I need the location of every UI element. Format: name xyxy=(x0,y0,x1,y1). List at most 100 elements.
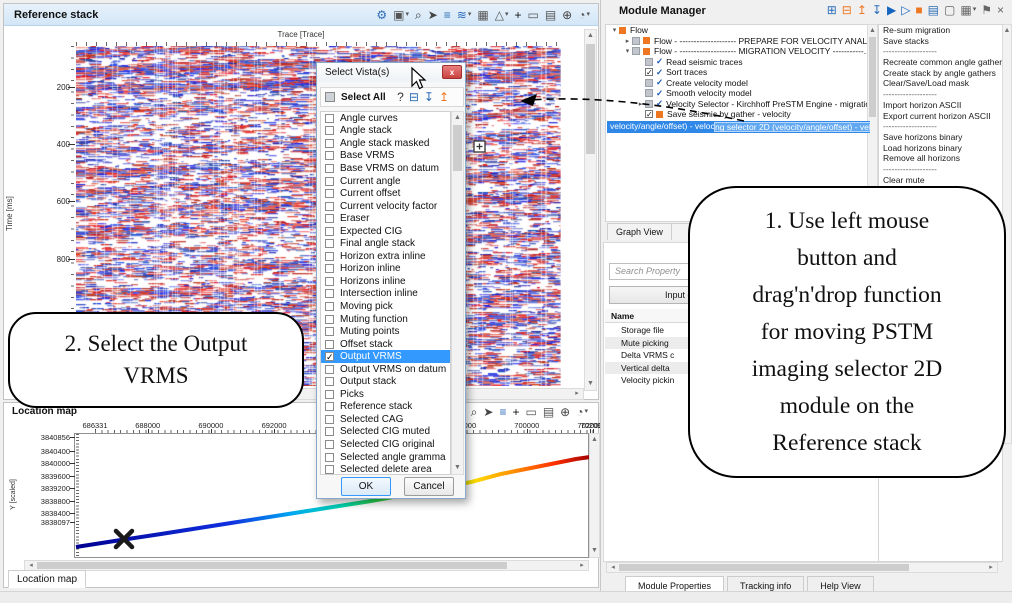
zoom-region-icon[interactable]: ⊕ xyxy=(562,9,572,21)
layers-icon[interactable]: ≡ xyxy=(444,9,451,21)
polygon-icon[interactable]: △▾ xyxy=(495,9,509,21)
menu-item[interactable]: Save horizons binary xyxy=(879,132,1002,143)
zoom-icon[interactable]: ⌕ xyxy=(415,9,422,21)
remove-flow-icon[interactable]: ⊟ xyxy=(842,4,852,16)
dialog-close-button[interactable]: x xyxy=(442,65,462,79)
move-down-icon[interactable]: ↧ xyxy=(424,91,434,103)
checkbox-icon[interactable] xyxy=(325,227,334,236)
checkbox-icon[interactable] xyxy=(325,365,334,374)
vista-list-item[interactable]: Selected CIG original xyxy=(321,438,450,451)
vista-list-item[interactable]: Selected CIG muted xyxy=(321,426,450,439)
vista-list-item[interactable]: Reference stack xyxy=(321,401,450,414)
vista-list-item[interactable]: Eraser xyxy=(321,212,450,225)
crosshair-icon[interactable]: + xyxy=(514,9,521,21)
module-tree-row[interactable]: ✓Create velocity model xyxy=(606,78,870,89)
compass-icon[interactable]: ◔▾ xyxy=(578,9,590,21)
checkbox-icon[interactable] xyxy=(325,402,334,411)
tab-graph-view[interactable]: Graph View xyxy=(607,223,672,240)
vista-list-item[interactable]: Selected angle gramma xyxy=(321,451,450,464)
module-tree-row[interactable]: ▾Flow xyxy=(606,25,870,36)
snapshot-icon[interactable]: ▤ xyxy=(545,9,556,21)
checkbox-icon[interactable] xyxy=(325,239,334,248)
checkbox-icon[interactable] xyxy=(325,214,334,223)
annotation-icon[interactable]: ▭ xyxy=(527,9,538,21)
select-all-checkbox[interactable] xyxy=(325,92,335,102)
vista-list-item[interactable]: Intersection inline xyxy=(321,288,450,301)
collapse-icon[interactable]: ⊟ xyxy=(409,91,419,103)
checkbox-icon[interactable] xyxy=(325,189,334,198)
module-tree-row[interactable]: ✓✓Sort traces xyxy=(606,67,870,78)
menu-item[interactable]: Save stacks xyxy=(879,36,1002,47)
checkbox-icon[interactable] xyxy=(325,289,334,298)
checkbox-icon[interactable] xyxy=(325,390,334,399)
vista-list-item[interactable]: Offset stack xyxy=(321,338,450,351)
menu-item[interactable]: Re-sum migration xyxy=(879,25,1002,36)
module-tree-row[interactable]: ▸✓Velocity Selector - Kirchhoff PreSTM E… xyxy=(606,99,870,110)
crosshair-icon[interactable]: + xyxy=(512,406,519,418)
module-checkbox[interactable] xyxy=(632,37,640,45)
vista-list-item[interactable]: Selected CAG xyxy=(321,413,450,426)
checkbox-icon[interactable] xyxy=(325,164,334,173)
expander-icon[interactable]: ▾ xyxy=(610,26,619,34)
vista-list-item[interactable]: Current offset xyxy=(321,187,450,200)
stop-icon[interactable]: ■ xyxy=(915,4,922,16)
checkbox-icon[interactable] xyxy=(325,302,334,311)
module-tree-row[interactable]: ✓Read seismic traces xyxy=(606,57,870,68)
menu-item[interactable]: Recreate common angle gathers xyxy=(879,57,1002,68)
checkbox-icon[interactable] xyxy=(325,427,334,436)
vista-list-item[interactable]: Horizon extra inline xyxy=(321,250,450,263)
vista-list-item[interactable]: Picks xyxy=(321,388,450,401)
module-checkbox[interactable] xyxy=(645,79,653,87)
vista-list-item[interactable]: Horizons inline xyxy=(321,275,450,288)
vista-list-item[interactable]: Muting points xyxy=(321,325,450,338)
menu-item[interactable]: Clear mute xyxy=(879,175,1002,186)
module-tree-row[interactable]: ✓Save seismic by gather - velocity xyxy=(606,109,870,120)
module-checkbox[interactable] xyxy=(645,100,653,108)
import-icon[interactable]: ↥ xyxy=(857,4,867,16)
wiggle-display-icon[interactable]: ≋▾ xyxy=(457,9,472,21)
module-row-dragged[interactable]: velocity/angle/offset) - veloci...ng sel… xyxy=(607,121,870,133)
run-flow-icon[interactable]: ▷ xyxy=(901,4,910,16)
vista-list-item[interactable]: Current velocity factor xyxy=(321,200,450,213)
add-flow-icon[interactable]: ⊞ xyxy=(827,4,837,16)
vista-list-item[interactable]: Angle stack xyxy=(321,125,450,138)
checkbox-icon[interactable] xyxy=(325,377,334,386)
checkbox-icon[interactable] xyxy=(325,340,334,349)
checkbox-icon[interactable] xyxy=(325,177,334,186)
vista-list-item[interactable]: ✓Output VRMS xyxy=(321,350,450,363)
close-icon[interactable]: × xyxy=(997,4,1004,16)
menu-item[interactable]: Load horizons binary xyxy=(879,143,1002,154)
checkbox-icon[interactable] xyxy=(325,151,334,160)
module-checkbox-checked[interactable]: ✓ xyxy=(645,110,653,118)
checkbox-icon[interactable] xyxy=(325,114,334,123)
vista-list-item[interactable]: Current angle xyxy=(321,175,450,188)
layers-icon[interactable]: ≡ xyxy=(499,406,506,418)
pick-pointer-icon[interactable]: ➤ xyxy=(483,406,493,418)
vista-list-item[interactable]: Expected CIG xyxy=(321,225,450,238)
module-checkbox-checked[interactable]: ✓ xyxy=(645,68,653,76)
compass-icon[interactable]: ◔▾ xyxy=(576,406,588,418)
ok-button[interactable]: OK xyxy=(341,477,391,496)
pin-icon[interactable]: ⚑ xyxy=(981,4,992,16)
checkbox-icon[interactable] xyxy=(325,277,334,286)
checkbox-icon[interactable] xyxy=(325,139,334,148)
module-checkbox[interactable] xyxy=(632,47,640,55)
checkbox-icon[interactable] xyxy=(325,315,334,324)
checkbox-checked-icon[interactable]: ✓ xyxy=(325,352,334,361)
checkbox-icon[interactable] xyxy=(325,415,334,424)
zoom-icon[interactable]: ⌕ xyxy=(471,406,478,418)
checkbox-icon[interactable] xyxy=(325,327,334,336)
vista-list-item[interactable]: Base VRMS xyxy=(321,150,450,163)
settings-gear-icon[interactable]: ⚙ xyxy=(376,9,387,21)
run-icon[interactable]: ▶ xyxy=(887,4,896,16)
expander-icon[interactable]: ▸ xyxy=(623,37,632,45)
properties-hscrollbar[interactable]: ◂ ▸ xyxy=(606,562,998,573)
expander-icon[interactable]: ▾ xyxy=(623,47,632,55)
cancel-button[interactable]: Cancel xyxy=(404,477,454,496)
menu-item[interactable]: Create stack by angle gathers xyxy=(879,68,1002,79)
vista-list-item[interactable]: Angle curves xyxy=(321,112,450,125)
gain-icon[interactable]: ▦ xyxy=(477,9,488,21)
location-map-tab[interactable]: Location map xyxy=(8,570,86,588)
window-layout-icon[interactable]: ▦▾ xyxy=(960,4,976,16)
snapshot-icon[interactable]: ▤ xyxy=(543,406,554,418)
